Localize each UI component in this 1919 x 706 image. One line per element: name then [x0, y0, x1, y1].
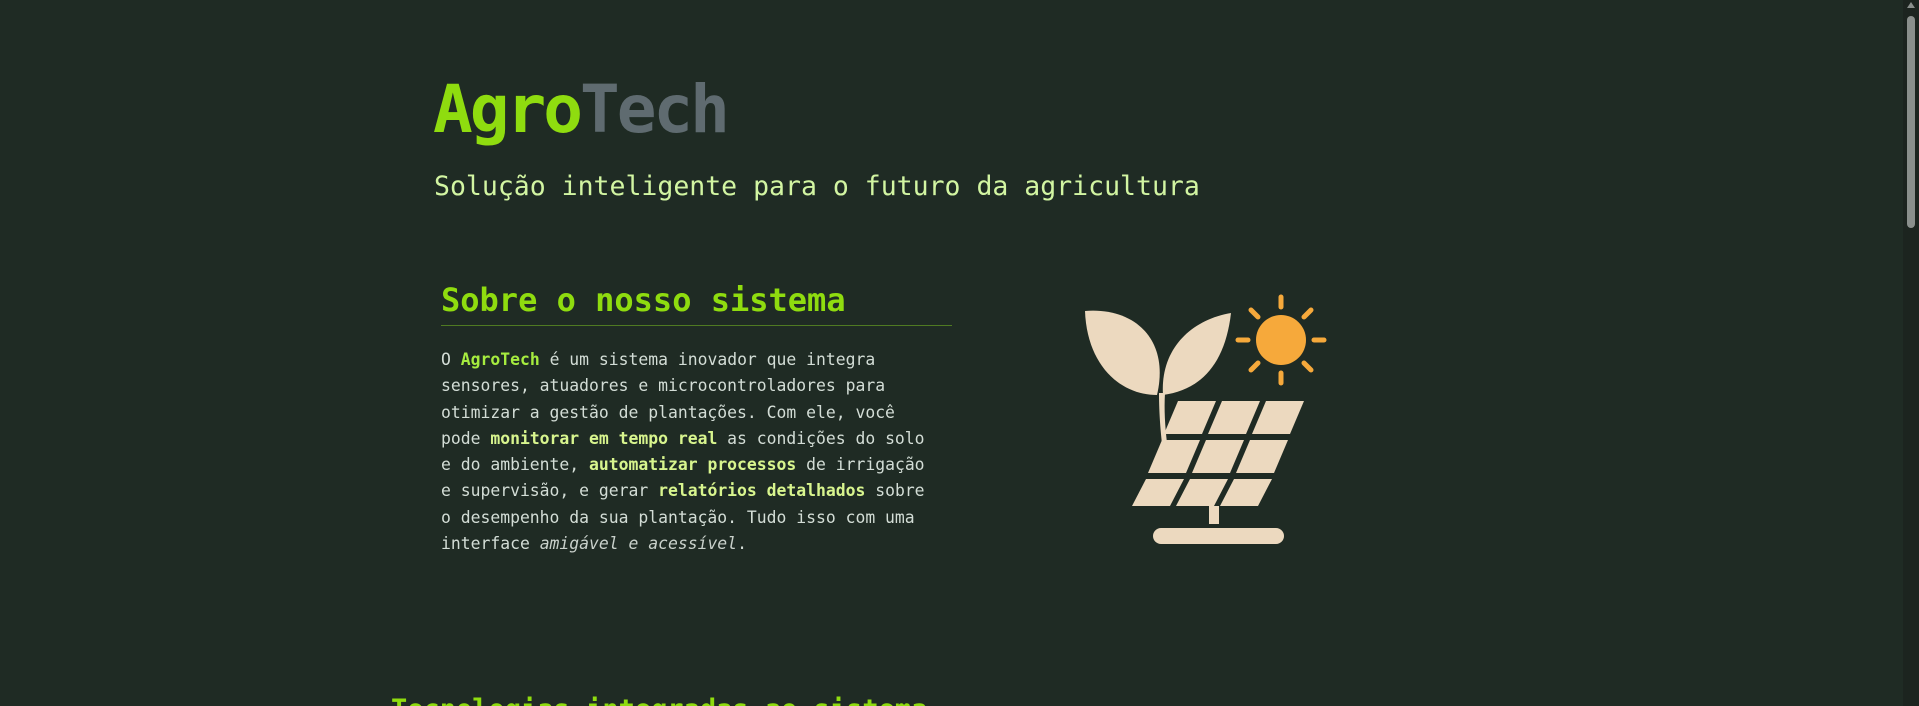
page: AgroTech Solução inteligente para o futu… [0, 0, 1919, 706]
technologies-section-title: Tecnologias integradas ao sistema [391, 693, 927, 706]
section-divider [441, 325, 952, 326]
about-text-segment: . [737, 534, 747, 554]
highlight-automation: automatizar processos [589, 455, 797, 475]
highlight-reports: relatórios detalhados [658, 481, 866, 501]
brand-logo: AgroTech [433, 70, 730, 150]
brand-part-agro: Agro [433, 71, 583, 148]
sprout-icon [1085, 310, 1231, 443]
solar-plant-icon [1075, 285, 1335, 550]
solar-panel-icon [1132, 401, 1304, 544]
highlight-monitoring: monitorar em tempo real [490, 428, 718, 448]
about-brand-word: AgroTech [460, 350, 540, 369]
about-paragraph: O AgroTech é um sistema inovador que int… [441, 347, 971, 557]
scrollbar-thumb[interactable] [1907, 16, 1915, 228]
about-section-title: Sobre o nosso sistema [441, 281, 846, 319]
italic-interface-phrase: amigável e acessível [539, 534, 738, 554]
scroll-up-arrow-icon[interactable] [1907, 2, 1915, 8]
sun-icon [1235, 294, 1327, 386]
scrollbar[interactable] [1903, 0, 1919, 706]
about-text-segment: O [441, 350, 461, 369]
tagline: Solução inteligente para o futuro da agr… [434, 171, 1200, 202]
brand-part-tech: Tech [579, 71, 730, 148]
